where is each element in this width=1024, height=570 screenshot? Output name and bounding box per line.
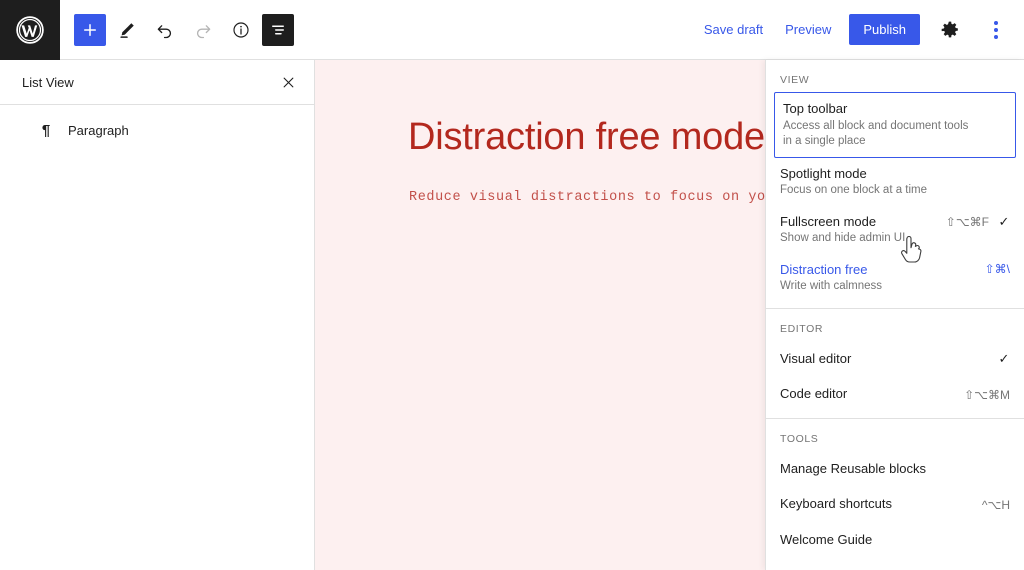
menu-item-label: Visual editor [780,350,990,368]
paragraph-icon: ¶ [38,122,54,139]
menu-item-description: Focus on one block at a time [780,183,1002,199]
menu-item-visual-editor[interactable]: Visual editor ✓ [766,341,1024,377]
menu-item-texts: Top toolbarAccess all block and document… [783,100,999,150]
list-view-title: List View [22,75,74,90]
pencil-icon [117,20,137,40]
undo-button[interactable] [148,13,182,47]
menu-item-texts: Distraction freeWrite with calmness [780,261,977,295]
menu-item-shortcut: ⇧⌥⌘M [964,388,1010,402]
options-dropdown-menu: VIEW Top toolbarAccess all block and docu… [765,60,1024,570]
menu-item-texts: Code editor [780,385,956,403]
menu-item-trailing: ✓ [990,350,1010,367]
menu-item-top-toolbar[interactable]: Top toolbarAccess all block and document… [774,92,1016,158]
menu-item-label: Top toolbar [783,100,999,118]
close-icon [281,75,296,90]
redo-icon [193,20,213,40]
menu-item-description: Access all block and document tools in a… [783,119,999,150]
menu-item-description: Show and hide admin UI [780,231,938,247]
menu-item-trailing: ⇧⌥⌘F ✓ [938,213,1010,230]
menu-item-label: Copy all blocks [780,567,1002,570]
list-view-button[interactable] [262,14,294,46]
save-draft-button[interactable]: Save draft [700,16,767,43]
editor-root: Save draft Preview Publish List View [0,0,1024,570]
gear-icon [940,20,960,40]
menu-item-texts: Welcome Guide [780,531,1002,549]
kebab-menu-icon [994,21,998,39]
list-view-icon [269,21,287,39]
menu-item-texts: Copy all blocks [780,567,1002,570]
top-toolbar: Save draft Preview Publish [0,0,1024,60]
menu-item-trailing: ⇧⌥⌘M [956,387,1010,402]
menu-item-texts: Keyboard shortcuts [780,495,974,513]
document-info-button[interactable] [224,13,258,47]
menu-item-label: Welcome Guide [780,531,1002,549]
menu-item-trailing [1002,468,1010,469]
menu-item-texts: Spotlight modeFocus on one block at a ti… [780,165,1002,199]
post-title[interactable]: Distraction free mode [408,115,765,161]
redo-button[interactable] [186,13,220,47]
menu-item-label: Spotlight mode [780,165,1002,183]
menu-group-label-view: VIEW [766,60,1024,92]
menu-item-shortcut: ⇧⌘\ [985,262,1010,276]
wordpress-logo-button[interactable] [0,0,60,60]
menu-item-texts: Fullscreen modeShow and hide admin UI [780,213,938,247]
menu-item-shortcut: ^⌥H [982,498,1010,512]
settings-button[interactable] [934,14,966,46]
menu-item-label: Fullscreen mode [780,213,938,231]
toolbar-right-group: Save draft Preview Publish [700,14,1024,46]
preview-button[interactable]: Preview [781,16,835,43]
menu-item-trailing [1002,539,1010,540]
add-block-button[interactable] [74,14,106,46]
menu-item-copy-all-blocks[interactable]: Copy all blocks [766,558,1024,570]
edit-tool-button[interactable] [110,13,144,47]
post-paragraph-block[interactable]: Reduce visual distractions to focus on y… [409,190,783,205]
menu-item-distraction-free[interactable]: Distraction freeWrite with calmness ⇧⌘\ [766,254,1024,302]
info-icon [231,20,251,40]
menu-item-manage-reusable-blocks[interactable]: Manage Reusable blocks [766,451,1024,487]
menu-item-texts: Visual editor [780,350,990,368]
menu-item-spotlight-mode[interactable]: Spotlight modeFocus on one block at a ti… [766,158,1024,206]
list-item-label: Paragraph [68,123,129,138]
menu-item-shortcut: ⇧⌥⌘F [946,215,989,229]
close-list-view-button[interactable] [274,68,302,96]
menu-item-code-editor[interactable]: Code editor ⇧⌥⌘M [766,376,1024,412]
menu-item-keyboard-shortcuts[interactable]: Keyboard shortcuts ^⌥H [766,486,1024,522]
toolbar-left-group [60,13,294,47]
menu-item-trailing: ^⌥H [974,497,1010,512]
menu-item-label: Distraction free [780,261,977,279]
menu-item-description: Write with calmness [780,279,977,295]
menu-group-label-tools: TOOLS [766,419,1024,451]
menu-item-label: Keyboard shortcuts [780,495,974,513]
block-list: ¶ Paragraph [0,105,314,146]
list-item-paragraph[interactable]: ¶ Paragraph [0,115,314,146]
list-view-sidebar: List View ¶ Paragraph [0,60,315,570]
menu-item-trailing [999,100,1007,101]
checkmark-icon: ✓ [998,351,1010,367]
more-options-button[interactable] [980,14,1012,46]
menu-item-welcome-guide[interactable]: Welcome Guide [766,522,1024,558]
wordpress-icon [15,15,45,45]
undo-icon [155,20,175,40]
menu-item-texts: Manage Reusable blocks [780,460,1002,478]
menu-item-label: Code editor [780,385,956,403]
menu-item-fullscreen-mode[interactable]: Fullscreen modeShow and hide admin UI⇧⌥⌘… [766,206,1024,254]
plus-icon [81,21,99,39]
list-view-header: List View [0,60,314,105]
publish-button[interactable]: Publish [849,14,920,45]
menu-item-label: Manage Reusable blocks [780,460,1002,478]
menu-item-trailing: ⇧⌘\ [977,261,1010,276]
checkmark-icon: ✓ [998,214,1010,230]
menu-item-trailing [1002,165,1010,166]
menu-group-label-editor: EDITOR [766,309,1024,341]
